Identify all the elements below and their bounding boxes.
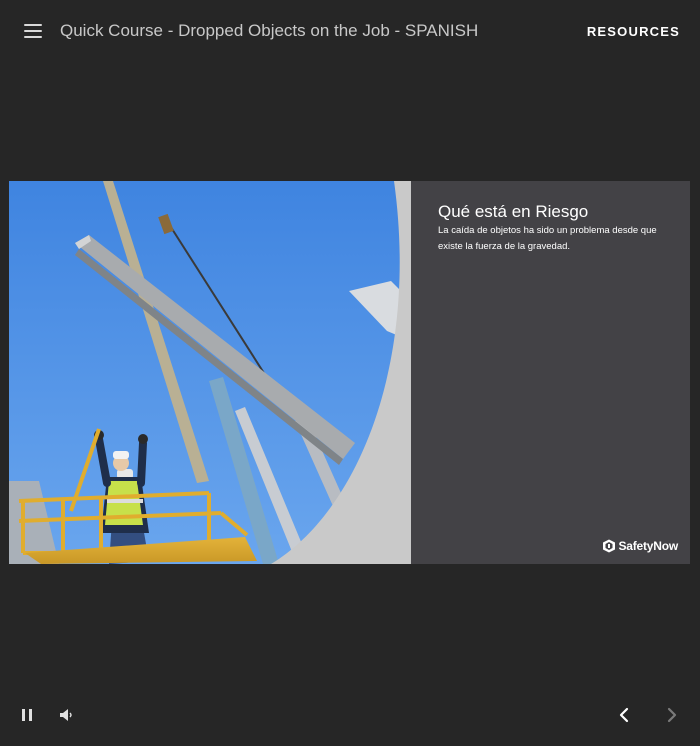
pause-icon[interactable] (15, 703, 39, 727)
course-title: Quick Course - Dropped Objects on the Jo… (60, 21, 479, 40)
chevron-right-icon[interactable] (660, 703, 684, 727)
slide-text-panel: Qué está en Riesgo La caída de objetos h… (411, 181, 690, 564)
brand-text: SafetyNow (618, 539, 678, 553)
safetynow-logo-icon (603, 539, 616, 553)
slide-body-text: La caída de objetos ha sido un problema … (438, 225, 657, 252)
volume-icon[interactable] (54, 703, 78, 727)
hamburger-menu-icon[interactable] (22, 22, 44, 40)
chevron-left-icon[interactable] (612, 703, 636, 727)
worker-on-lift-image (9, 181, 411, 564)
course-player: Quick Course - Dropped Objects on the Jo… (0, 0, 700, 746)
slide-heading: Qué está en Riesgo (438, 202, 589, 221)
slide-frame: Qué está en Riesgo La caída de objetos h… (9, 181, 690, 564)
playback-controls (0, 696, 700, 736)
resources-button[interactable]: RESOURCES (587, 24, 680, 39)
safetynow-logo: SafetyNow (602, 538, 678, 554)
top-bar: Quick Course - Dropped Objects on the Jo… (0, 0, 700, 62)
